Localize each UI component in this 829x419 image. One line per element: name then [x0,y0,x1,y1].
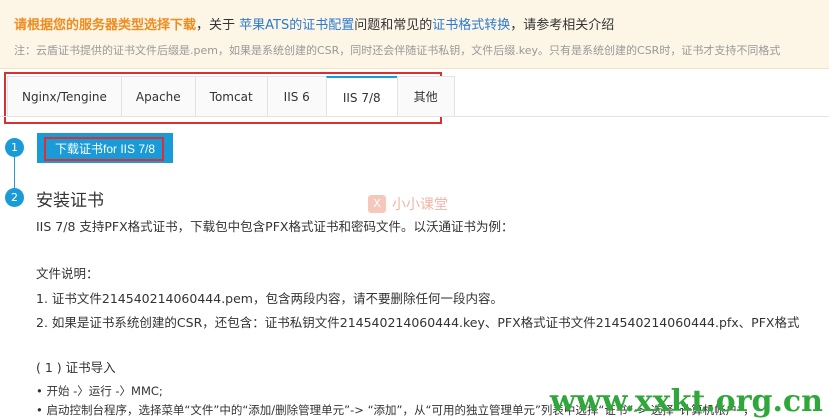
file-item-2: 2. 如果是证书系统创建的CSR，还包含：证书私钥文件2145402140604… [36,315,800,330]
tab-apache[interactable]: Apache [120,76,196,116]
tab-nginx[interactable]: Nginx/Tengine [7,76,122,116]
notice-banner: 请根据您的服务器类型选择下载，关于 苹果ATS的证书配置问题和常见的证书格式转换… [0,0,829,69]
server-type-tabs: Nginx/Tengine Apache Tomcat IIS 6 IIS 7/… [7,76,455,116]
sub-section-title: ( 1 ) 证书导入 [36,360,116,375]
tab-iis78[interactable]: IIS 7/8 [325,76,398,116]
file-item-1: 1. 证书文件214540214060444.pem，包含两段内容，请不要删除任… [36,291,503,306]
tab-tomcat[interactable]: Tomcat [194,76,268,116]
tab-other[interactable]: 其他 [396,76,455,116]
notice-note: 注：云盾证书提供的证书文件后缀是.pem，如果是系统创建的CSR，同时还会伴随证… [14,44,781,57]
tab-divider [0,116,829,117]
download-highlight-box [44,137,164,161]
notice-line: 请根据您的服务器类型选择下载，关于 苹果ATS的证书配置问题和常见的证书格式转换… [14,14,614,33]
section-title: 安装证书 [36,191,104,211]
watermark: X 小小课堂 [368,194,448,214]
cert-format-link[interactable]: 证书格式转换 [432,18,510,33]
tab-iis6[interactable]: IIS 6 [266,76,327,116]
step-1-badge: 1 [5,138,24,157]
step-2-badge: 2 [5,188,24,207]
ats-config-link[interactable]: 苹果ATS的证书配置 [239,18,354,33]
site-watermark: www.xxkt.org.cn [549,384,823,419]
file-desc-label: 文件说明： [36,266,99,281]
intro-text: IIS 7/8 支持PFX格式证书，下载包中包含PFX格式证书和密码文件。以沃通… [36,219,514,234]
notice-text: ，关于 [196,18,236,33]
notice-lead: 请根据您的服务器类型选择下载 [14,18,197,33]
notice-text: 问题和常见的 [354,18,433,33]
watermark-text: 小小课堂 [392,197,448,213]
watermark-logo-icon: X [368,195,386,213]
bullet-1: • 开始 -〉运行 -〉MMC; [36,384,163,398]
notice-text: ，请参考相关介绍 [510,18,615,33]
